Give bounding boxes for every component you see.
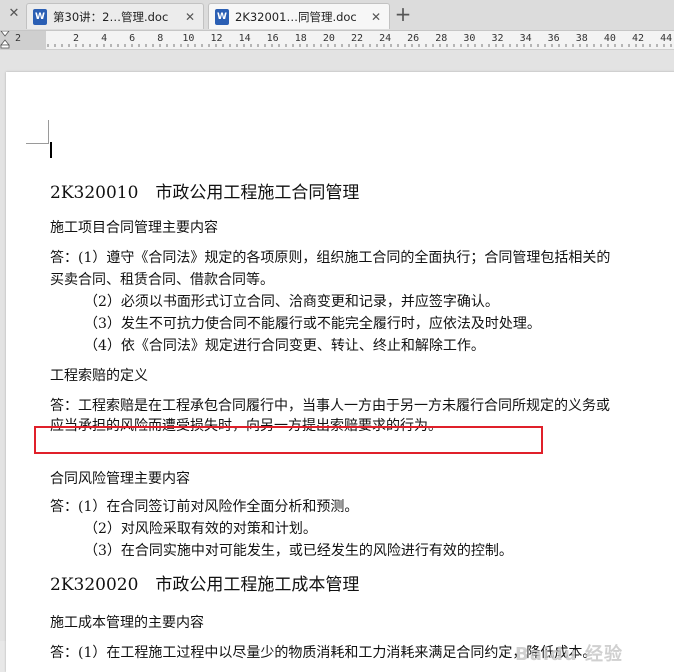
- ruler-number: 28: [435, 33, 448, 44]
- highlight-rectangle: [34, 426, 543, 454]
- word-doc-icon: W: [215, 8, 229, 25]
- paragraph-line: 买卖合同、租赁合同、借款合同等。: [50, 272, 274, 288]
- margin-marker: [48, 120, 49, 144]
- subheading: 施工成本管理的主要内容: [50, 615, 204, 631]
- paragraph-line: 答：(1）遵守《合同法》规定的各项原则，组织施工合同的全面执行；合同管理包括相关…: [50, 250, 611, 266]
- paragraph-line: 答：工程索赔是在工程承包合同履行中，当事人一方由于另一方未履行合同所规定的义务或: [50, 398, 610, 414]
- indent-marker-icon[interactable]: [0, 31, 10, 49]
- paragraph-line: 答：(1）在合同签订前对风险作全面分析和预测。: [50, 499, 359, 515]
- document-canvas[interactable]: 2K320010 市政公用工程施工合同管理 施工项目合同管理主要内容 答：(1）…: [0, 50, 674, 672]
- ruler-number: 20: [322, 33, 335, 44]
- ruler-number: 38: [575, 33, 588, 44]
- list-item: （3）发生不可抗力使合同不能履行或不能完全履行时，应依法及时处理。: [84, 316, 541, 332]
- ruler-number: 6: [129, 33, 136, 44]
- subheading: 工程索赔的定义: [50, 368, 148, 384]
- close-icon[interactable]: ✕: [6, 6, 22, 22]
- horizontal-ruler[interactable]: 2 2 4 6 8 10 12 14 16 18 20 22 24 26 28 30 32 34 36 38 40 42 4…: [0, 31, 674, 50]
- ruler-number: 32: [491, 33, 504, 44]
- ruler-number: 18: [294, 33, 307, 44]
- tab-document-1[interactable]: W 第30讲：2…管理.doc ✕: [26, 3, 204, 29]
- ruler-number: 2: [72, 33, 80, 44]
- heading-cost-management: 2K320020 市政公用工程施工成本管理: [50, 575, 360, 595]
- list-item: （2）对风险采取有效的对策和计划。: [84, 521, 317, 537]
- ruler-number: 40: [603, 33, 616, 44]
- subheading: 合同风险管理主要内容: [50, 471, 190, 487]
- margin-marker: [26, 143, 48, 144]
- list-item: （2）必须以书面形式订立合同、洽商变更和记录，并应签字确认。: [84, 294, 499, 310]
- word-doc-icon: W: [33, 8, 47, 25]
- tab-document-2[interactable]: W 2K32001…同管理.doc ✕: [208, 3, 390, 29]
- close-icon[interactable]: ✕: [369, 10, 383, 24]
- text-cursor: [50, 142, 52, 158]
- baidu-watermark: Baidu 经验: [515, 644, 624, 665]
- tab-bar: ✕ W 第30讲：2…管理.doc ✕ W 2K32001…同管理.doc ✕ …: [0, 0, 674, 31]
- ruler-number: 14: [238, 33, 251, 44]
- ruler-number: 22: [350, 33, 364, 44]
- ruler-number: 26: [407, 33, 420, 44]
- subheading: 施工项目合同管理主要内容: [50, 220, 218, 236]
- tab-label: 2K32001…同管理.doc: [235, 9, 357, 24]
- close-icon[interactable]: ✕: [183, 10, 197, 24]
- ruler-number: 2: [14, 33, 22, 44]
- ruler-number: 12: [210, 33, 223, 44]
- list-item: （3）在合同实施中对可能发生，或已经发生的风险进行有效的控制。: [84, 543, 513, 559]
- ruler-number: 4: [101, 33, 108, 44]
- ruler-number: 30: [463, 33, 476, 44]
- ruler-number: 16: [266, 33, 279, 44]
- ruler-number: 8: [157, 33, 164, 44]
- ruler-number: 42: [631, 33, 645, 44]
- heading-contract-management: 2K320010 市政公用工程施工合同管理: [50, 183, 360, 203]
- ruler-number: 36: [547, 33, 560, 44]
- tab-label: 第30讲：2…管理.doc: [53, 9, 169, 24]
- list-item: （4）依《合同法》规定进行合同变更、转让、终止和解除工作。: [84, 338, 485, 354]
- ruler-number: 10: [182, 33, 195, 44]
- document-page[interactable]: 2K320010 市政公用工程施工合同管理 施工项目合同管理主要内容 答：(1）…: [6, 72, 674, 672]
- ruler-number: 24: [379, 33, 392, 44]
- new-tab-plus-icon[interactable]: +: [394, 4, 412, 25]
- ruler-number: 44: [660, 33, 673, 44]
- ruler-number: 34: [519, 33, 532, 44]
